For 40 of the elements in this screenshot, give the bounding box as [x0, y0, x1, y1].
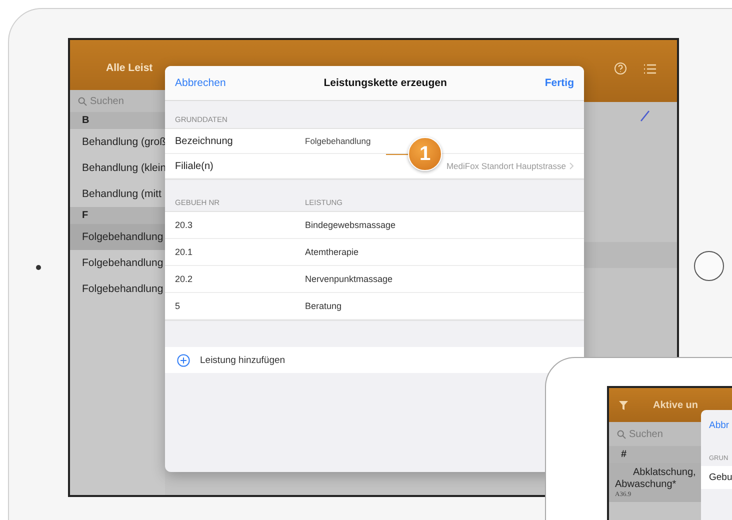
filter-icon[interactable]	[619, 400, 628, 410]
field-label: Bezeichnung	[175, 136, 234, 146]
section-header: #	[609, 446, 702, 463]
sidebar-item[interactable]: Folgebehandlung	[70, 276, 165, 302]
sidebar-item[interactable]: Behandlung (mitt	[70, 181, 165, 207]
help-icon[interactable]	[614, 62, 627, 75]
sidebar-item[interactable]: Folgebehandlung	[70, 250, 165, 276]
leader-line	[386, 154, 408, 155]
header-title: Alle Leist	[106, 62, 153, 74]
table-cell: Beratung	[305, 301, 342, 311]
cancel-button[interactable]: Abbrechen	[175, 77, 226, 89]
add-service-button[interactable]: Leistung hinzufügen	[200, 354, 286, 366]
sidebar-item[interactable]: Folgebehandlung	[70, 224, 165, 250]
search-icon	[617, 430, 626, 438]
add-icon[interactable]	[177, 354, 190, 366]
sidebar-item[interactable]: Behandlung (klein	[70, 155, 165, 181]
done-button[interactable]: Fertig	[544, 77, 574, 89]
sidebar-item[interactable]: Behandlung (groß	[70, 129, 165, 155]
table-cell-text: 5	[175, 301, 182, 311]
modal-title: Leistungskette erzeugen	[324, 77, 447, 89]
pencil-icon[interactable]	[640, 110, 650, 122]
field-label: Gebu	[701, 466, 732, 489]
item-title: Abklatschung, Abwaschung*	[615, 467, 696, 491]
field-label: Filiale(n)	[175, 160, 214, 172]
table-cell-text: 20.1	[175, 247, 194, 257]
camera-dot	[36, 265, 41, 270]
section-header: F	[70, 207, 165, 224]
list-icon[interactable]	[643, 62, 657, 74]
table-cell-text: 20.2	[175, 274, 194, 284]
chevron-icon	[569, 162, 574, 170]
header-title: Aktive un	[653, 400, 698, 410]
table-cell: Nervenpunktmassage	[305, 274, 393, 284]
table-cell-text: 20.3	[175, 220, 194, 230]
cancel-button[interactable]: Abbr	[709, 420, 730, 431]
section-header: B	[70, 112, 165, 129]
table-cell: Atemtherapie	[305, 247, 359, 257]
search-icon	[78, 96, 87, 106]
field-value[interactable]: Folgebehandlung	[305, 136, 371, 146]
home-button[interactable]	[694, 251, 724, 281]
table-cell: Bindegewebsmassage	[305, 220, 396, 230]
